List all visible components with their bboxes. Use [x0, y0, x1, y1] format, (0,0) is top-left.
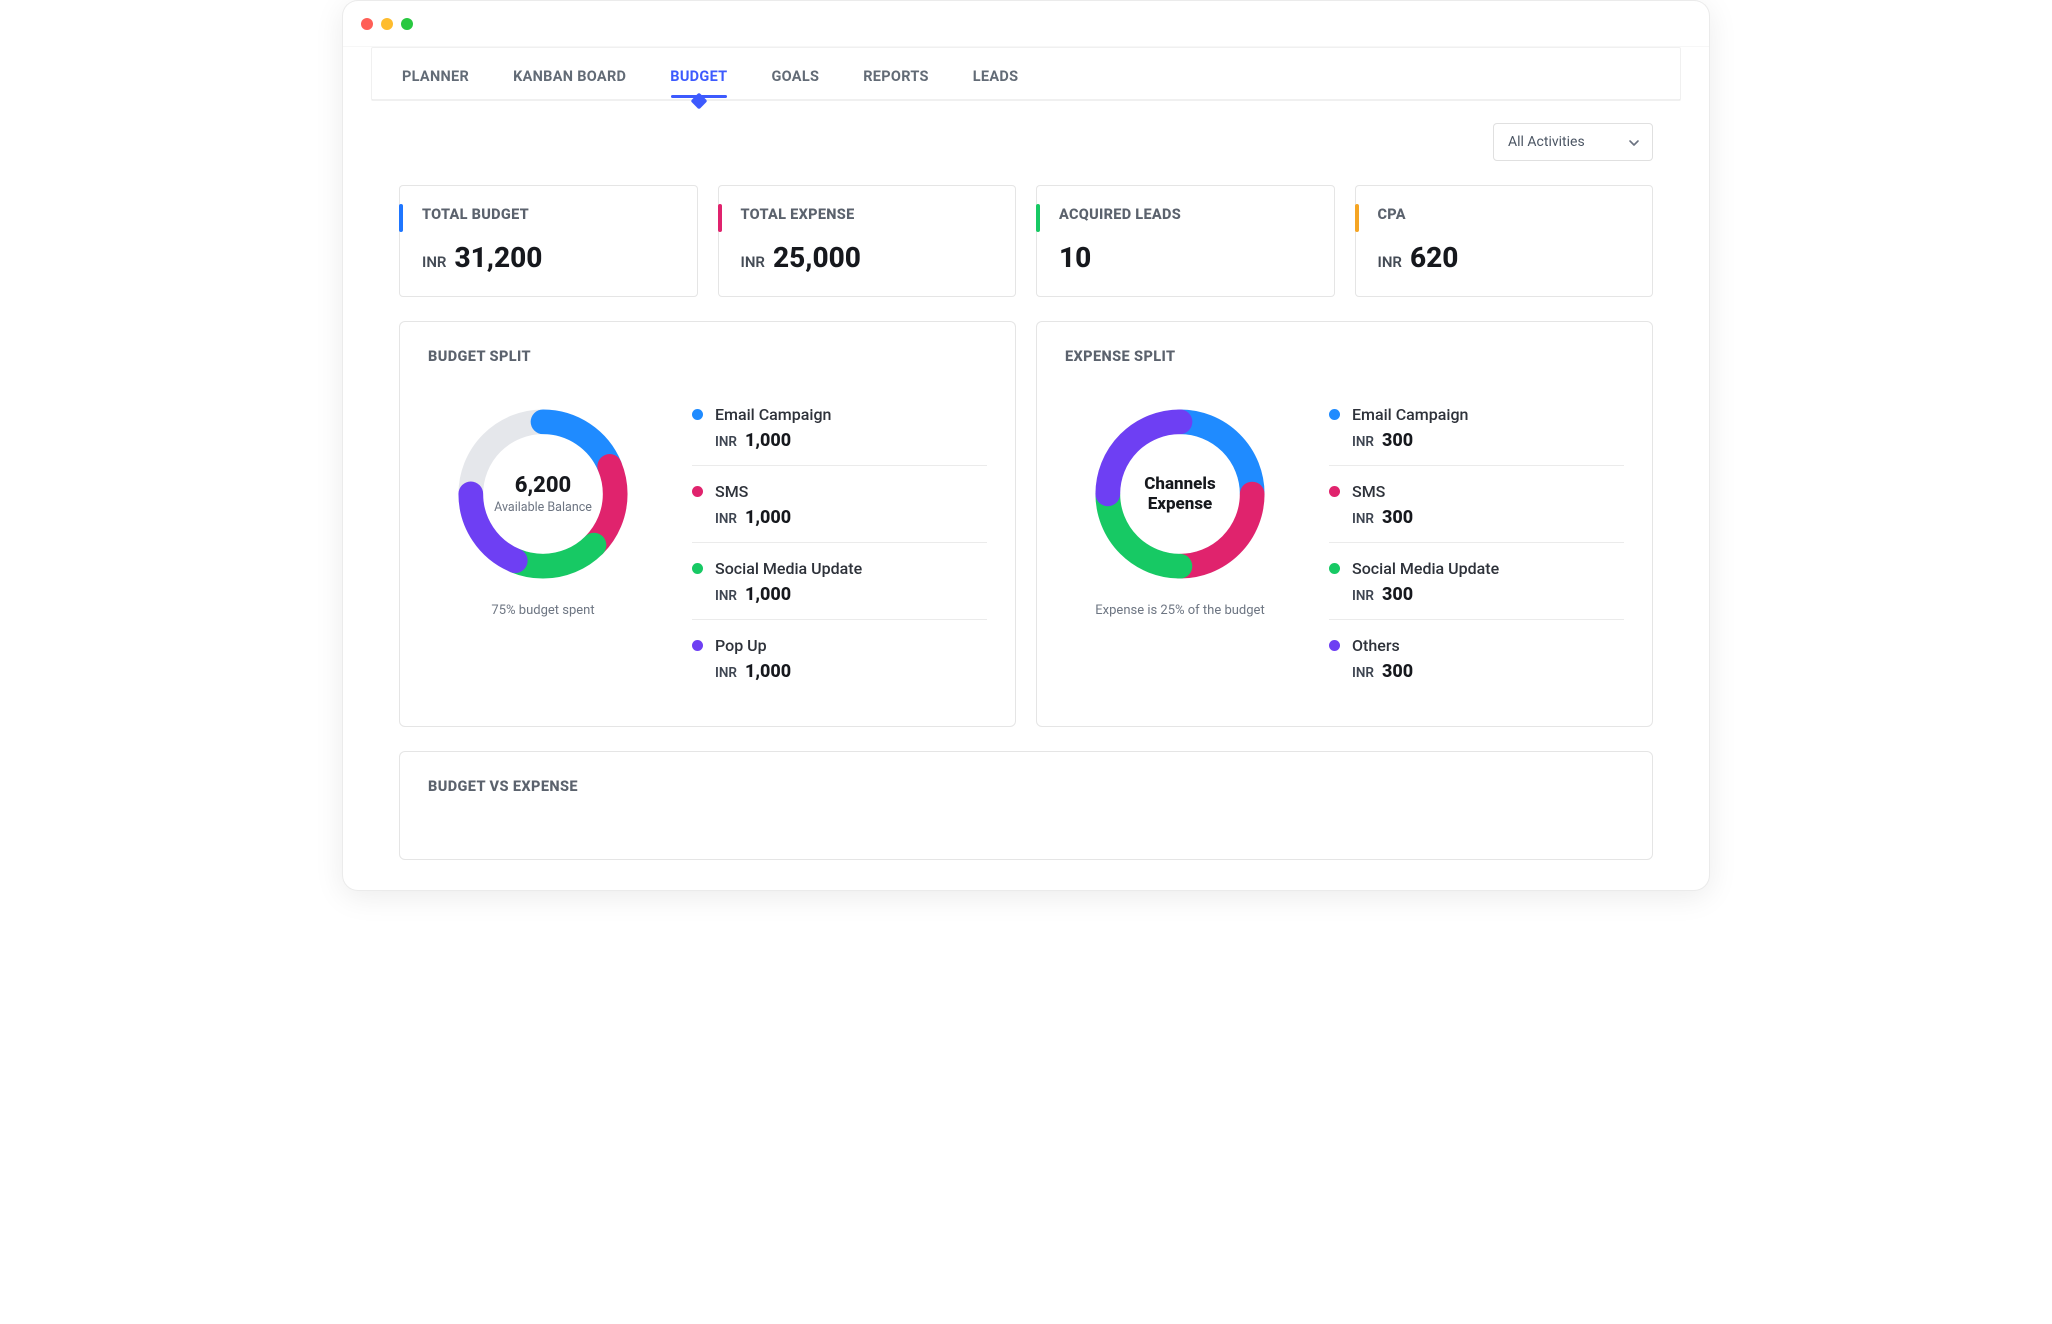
- legend-currency: INR: [1352, 511, 1374, 527]
- kpi-row: TOTAL BUDGET INR 31,200 TOTAL EXPENSE INR 25,…: [399, 185, 1653, 297]
- legend-swatch-icon: [1329, 486, 1340, 497]
- legend-name: Social Media Update: [1352, 559, 1499, 578]
- legend-currency: INR: [1352, 434, 1374, 450]
- kpi-value: INR 31,200: [422, 241, 675, 274]
- kpi-card-total-expense: TOTAL EXPENSE INR 25,000: [718, 185, 1017, 297]
- expense-split-panel: EXPENSE SPLIT Channels Expense Expense i…: [1036, 321, 1653, 727]
- legend-value: 300: [1382, 661, 1413, 682]
- kpi-number: 25,000: [773, 241, 861, 274]
- kpi-title: TOTAL EXPENSE: [741, 206, 994, 223]
- legend-swatch-icon: [692, 640, 703, 651]
- kpi-title: CPA: [1378, 206, 1631, 223]
- budget-split-legend: Email CampaignINR1,000SMSINR1,000Social …: [692, 399, 987, 696]
- kpi-number: 620: [1410, 241, 1458, 274]
- legend-item: SMS INR 1,000: [692, 476, 987, 543]
- legend-swatch-icon: [692, 409, 703, 420]
- kpi-card-total-budget: TOTAL BUDGET INR 31,200: [399, 185, 698, 297]
- expense-split-center-line1: Channels: [1144, 474, 1215, 494]
- expense-split-legend: Email CampaignINR300SMSINR300Social Medi…: [1329, 399, 1624, 696]
- tab-goals[interactable]: GOALS: [771, 68, 819, 85]
- legend-value: 300: [1382, 430, 1413, 451]
- budget-split-chart-column: 6,200 Available Balance 75% budget spent: [428, 399, 658, 618]
- window-close-icon[interactable]: [361, 18, 373, 30]
- budget-split-title: BUDGET SPLIT: [428, 348, 987, 365]
- expense-split-caption: Expense is 25% of the budget: [1095, 603, 1264, 618]
- kpi-card-acquired-leads: ACQUIRED LEADS 10: [1036, 185, 1335, 297]
- activities-filter-label: All Activities: [1508, 134, 1585, 150]
- activities-filter-dropdown[interactable]: All Activities: [1493, 123, 1653, 161]
- expense-split-donut: Channels Expense: [1085, 399, 1275, 589]
- legend-item: Social Media Update INR 1,000: [692, 553, 987, 620]
- legend-name: SMS: [715, 482, 748, 501]
- kpi-currency: INR: [422, 253, 446, 271]
- kpi-card-cpa: CPA INR 620: [1355, 185, 1654, 297]
- legend-name: Pop Up: [715, 636, 767, 655]
- legend-swatch-icon: [692, 563, 703, 574]
- tab-budget[interactable]: BUDGET: [670, 68, 727, 85]
- legend-value: 1,000: [745, 584, 791, 605]
- legend-value: 1,000: [745, 430, 791, 451]
- legend-currency: INR: [1352, 665, 1374, 681]
- legend-currency: INR: [715, 434, 737, 450]
- legend-currency: INR: [715, 665, 737, 681]
- legend-currency: INR: [1352, 588, 1374, 604]
- tab-planner[interactable]: PLANNER: [402, 68, 469, 85]
- legend-currency: INR: [715, 511, 737, 527]
- budget-split-donut: 6,200 Available Balance: [448, 399, 638, 589]
- window-minimize-icon[interactable]: [381, 18, 393, 30]
- legend-item: Pop Up INR 1,000: [692, 630, 987, 696]
- legend-name: Email Campaign: [715, 405, 831, 424]
- app-body: PLANNER KANBAN BOARD BUDGET GOALS REPORTS LEA…: [343, 47, 1709, 890]
- expense-split-center-line2: Expense: [1148, 494, 1213, 514]
- kpi-currency: INR: [1378, 253, 1402, 271]
- expense-split-title: EXPENSE SPLIT: [1065, 348, 1624, 365]
- tab-leads[interactable]: LEADS: [973, 68, 1019, 85]
- tabs-container: PLANNER KANBAN BOARD BUDGET GOALS REPORTS LEA…: [371, 47, 1681, 101]
- legend-value: 1,000: [745, 661, 791, 682]
- legend-currency: INR: [715, 588, 737, 604]
- kpi-currency: INR: [741, 253, 765, 271]
- expense-split-chart-column: Channels Expense Expense is 25% of the b…: [1065, 399, 1295, 618]
- tabs-separator: [372, 99, 1680, 100]
- chevron-down-icon: [1628, 137, 1638, 147]
- kpi-value: 10: [1059, 241, 1312, 274]
- legend-value: 1,000: [745, 507, 791, 528]
- kpi-title: TOTAL BUDGET: [422, 206, 675, 223]
- filter-row: All Activities: [399, 123, 1653, 161]
- legend-swatch-icon: [692, 486, 703, 497]
- budget-split-center-label: Available Balance: [494, 500, 592, 515]
- legend-item: Email Campaign INR 300: [1329, 399, 1624, 466]
- legend-swatch-icon: [1329, 409, 1340, 420]
- tab-content: All Activities TOTAL BUDGETINR31,200TOTA…: [343, 101, 1709, 860]
- legend-value: 300: [1382, 507, 1413, 528]
- kpi-value: INR 620: [1378, 241, 1631, 274]
- kpi-number: 31,200: [454, 241, 542, 274]
- budget-split-caption: 75% budget spent: [491, 603, 594, 618]
- budget-split-panel: BUDGET SPLIT 6,200 Available Balance 75%…: [399, 321, 1016, 727]
- legend-item: Email Campaign INR 1,000: [692, 399, 987, 466]
- legend-name: Others: [1352, 636, 1400, 655]
- legend-name: SMS: [1352, 482, 1385, 501]
- legend-swatch-icon: [1329, 563, 1340, 574]
- budget-vs-expense-panel: BUDGET VS EXPENSE: [399, 751, 1653, 860]
- legend-value: 300: [1382, 584, 1413, 605]
- kpi-value: INR 25,000: [741, 241, 994, 274]
- legend-name: Email Campaign: [1352, 405, 1468, 424]
- tab-kanban-board[interactable]: KANBAN BOARD: [513, 68, 626, 85]
- window-titlebar: [343, 1, 1709, 47]
- tabs: PLANNER KANBAN BOARD BUDGET GOALS REPORTS LEA…: [372, 48, 1680, 99]
- legend-name: Social Media Update: [715, 559, 862, 578]
- window-maximize-icon[interactable]: [401, 18, 413, 30]
- kpi-number: 10: [1059, 241, 1091, 274]
- legend-swatch-icon: [1329, 640, 1340, 651]
- legend-item: Others INR 300: [1329, 630, 1624, 696]
- budget-split-center-value: 6,200: [515, 473, 571, 498]
- kpi-title: ACQUIRED LEADS: [1059, 206, 1312, 223]
- legend-item: Social Media Update INR 300: [1329, 553, 1624, 620]
- split-row: BUDGET SPLIT 6,200 Available Balance 75%…: [399, 321, 1653, 727]
- tab-reports[interactable]: REPORTS: [863, 68, 929, 85]
- budget-vs-expense-title: BUDGET VS EXPENSE: [428, 778, 1624, 795]
- app-window: PLANNER KANBAN BOARD BUDGET GOALS REPORTS LEA…: [342, 0, 1710, 891]
- legend-item: SMS INR 300: [1329, 476, 1624, 543]
